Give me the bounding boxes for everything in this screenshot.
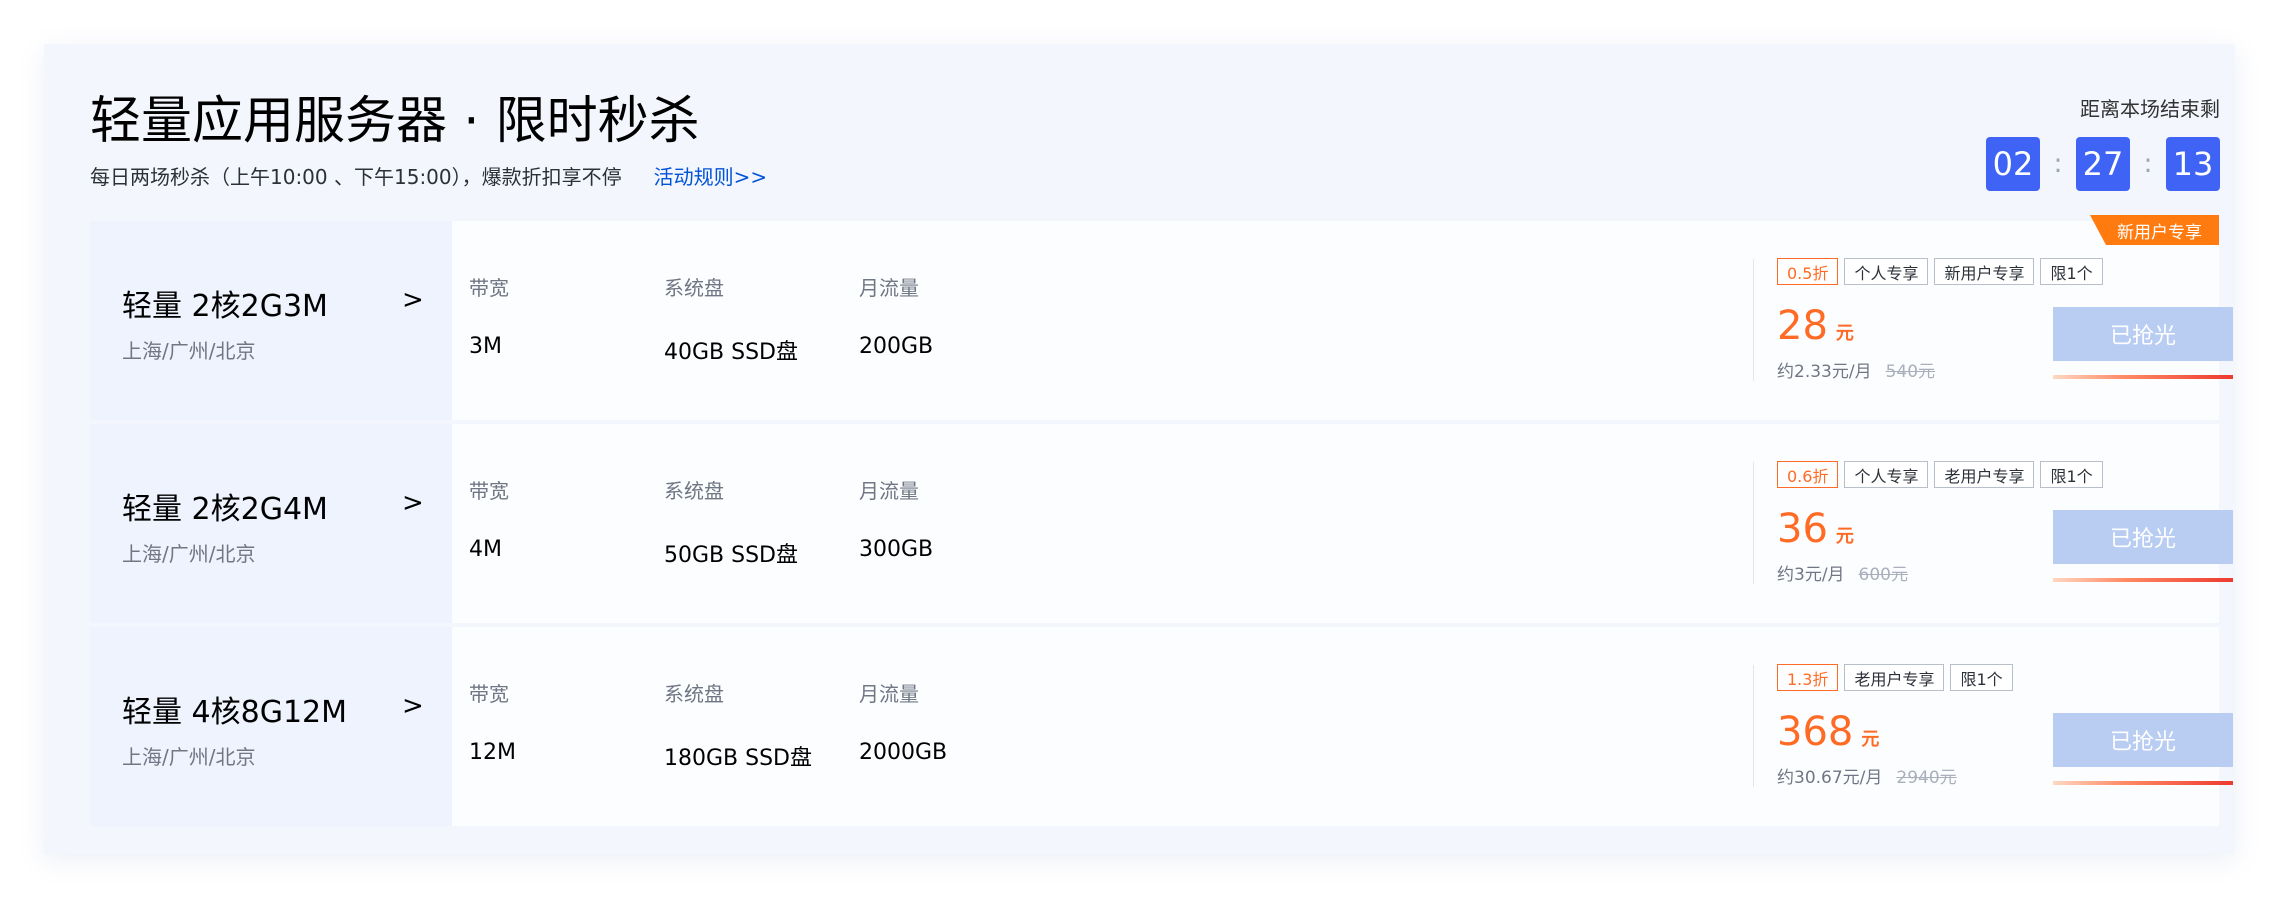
countdown-seconds: 13 <box>2166 137 2220 191</box>
spec-label: 月流量 <box>859 276 919 300</box>
sold-out-button[interactable]: 已抢光 <box>2053 510 2233 564</box>
tag-list: 0.6折 个人专享 老用户专享 限1个 <box>1777 461 2103 488</box>
spec-value: 40GB SSD盘 <box>664 340 798 365</box>
price-value: 36 <box>1777 506 1828 552</box>
product-row: 轻量 2核2G4M > 上海/广州/北京 带宽 4M 系统盘 50GB SSD盘… <box>90 424 2233 623</box>
spec-value: 180GB SSD盘 <box>664 746 812 771</box>
stock-progress-bar <box>2053 578 2233 582</box>
price-note: 约2.33元/月 540元 <box>1777 357 1935 382</box>
product-title-card[interactable]: 轻量 2核2G3M > 上海/广州/北京 <box>90 221 452 420</box>
spec-system-disk: 系统盘 50GB SSD盘 <box>664 475 798 569</box>
countdown-separator: : <box>2143 149 2153 179</box>
product-list: 轻量 2核2G3M > 上海/广州/北京 带宽 3M 系统盘 40GB SSD盘… <box>90 215 2233 830</box>
spec-monthly-traffic: 月流量 200GB <box>859 272 933 359</box>
sold-out-button[interactable]: 已抢光 <box>2053 307 2233 361</box>
product-name: 轻量 2核2G3M <box>122 289 328 324</box>
tag: 老用户专享 <box>1844 664 1945 691</box>
spec-label: 系统盘 <box>664 479 724 503</box>
divider <box>1753 462 1754 584</box>
product-title-card[interactable]: 轻量 2核2G4M > 上海/广州/北京 <box>90 424 452 623</box>
product-row: 轻量 2核2G3M > 上海/广州/北京 带宽 3M 系统盘 40GB SSD盘… <box>90 215 2233 420</box>
spec-bandwidth: 带宽 12M <box>469 678 516 765</box>
spec-value: 300GB <box>859 537 934 562</box>
tag-list: 1.3折 老用户专享 限1个 <box>1777 664 2013 691</box>
countdown-label: 距离本场结束剩 <box>2080 97 2220 121</box>
monthly-price: 约30.67元/月 <box>1777 768 1883 788</box>
countdown-hours: 02 <box>1986 137 2040 191</box>
spec-bandwidth: 带宽 4M <box>469 475 509 562</box>
subtitle-text: 每日两场秒杀（上午10:00 、下午15:00），爆款折扣享不停 <box>90 165 622 189</box>
price-unit: 元 <box>1861 729 1880 750</box>
discount-tag: 0.5折 <box>1777 258 1839 285</box>
monthly-price: 约2.33元/月 <box>1777 362 1872 382</box>
price-value: 368 <box>1777 709 1854 755</box>
spec-monthly-traffic: 月流量 2000GB <box>859 678 947 765</box>
price: 368 元 <box>1777 709 1879 755</box>
tag: 老用户专享 <box>1934 461 2035 488</box>
original-price: 2940元 <box>1896 768 1957 788</box>
product-region: 上海/广州/北京 <box>122 542 256 566</box>
spec-label: 系统盘 <box>664 682 724 706</box>
spec-label: 带宽 <box>469 276 509 300</box>
chevron-right-icon: > <box>402 691 424 721</box>
countdown-separator: : <box>2053 149 2063 179</box>
tag: 限1个 <box>2040 258 2103 285</box>
sold-out-button[interactable]: 已抢光 <box>2053 713 2233 767</box>
discount-tag: 1.3折 <box>1777 664 1839 691</box>
spec-system-disk: 系统盘 180GB SSD盘 <box>664 678 812 772</box>
spec-bandwidth: 带宽 3M <box>469 272 509 359</box>
price-note: 约30.67元/月 2940元 <box>1777 763 1957 788</box>
discount-tag: 0.6折 <box>1777 461 1839 488</box>
product-name: 轻量 4核8G12M <box>122 695 348 730</box>
tag-list: 0.5折 个人专享 新用户专享 限1个 <box>1777 258 2103 285</box>
spec-label: 月流量 <box>859 682 919 706</box>
divider <box>1753 259 1754 381</box>
tag: 个人专享 <box>1844 461 1929 488</box>
tag: 限1个 <box>2040 461 2103 488</box>
product-region: 上海/广州/北京 <box>122 745 256 769</box>
countdown-minutes: 27 <box>2076 137 2130 191</box>
spec-value: 12M <box>469 740 516 765</box>
divider <box>1753 665 1754 787</box>
price-unit: 元 <box>1835 323 1854 344</box>
stock-progress-bar <box>2053 375 2233 379</box>
tag: 个人专享 <box>1844 258 1929 285</box>
flash-sale-panel: 轻量应用服务器 · 限时秒杀 每日两场秒杀（上午10:00 、下午15:00），… <box>44 44 2235 854</box>
price: 28 元 <box>1777 303 1854 349</box>
spec-label: 系统盘 <box>664 276 724 300</box>
spec-value: 50GB SSD盘 <box>664 543 798 568</box>
spec-monthly-traffic: 月流量 300GB <box>859 475 933 562</box>
tag: 新用户专享 <box>1934 258 2035 285</box>
spec-label: 月流量 <box>859 479 919 503</box>
price: 36 元 <box>1777 506 1854 552</box>
product-region: 上海/广州/北京 <box>122 339 256 363</box>
chevron-right-icon: > <box>402 285 424 315</box>
spec-label: 带宽 <box>469 479 509 503</box>
original-price: 600元 <box>1858 565 1908 585</box>
spec-value: 3M <box>469 334 502 359</box>
spec-value: 2000GB <box>859 740 948 765</box>
page-title: 轻量应用服务器 · 限时秒杀 <box>90 92 700 151</box>
price-note: 约3元/月 600元 <box>1777 560 1908 585</box>
page-subtitle: 每日两场秒杀（上午10:00 、下午15:00），爆款折扣享不停 活动规则>> <box>90 161 767 190</box>
countdown-timer: 02 : 27 : 13 <box>1986 137 2220 191</box>
price-unit: 元 <box>1835 526 1854 547</box>
spec-value: 4M <box>469 537 502 562</box>
activity-rules-link[interactable]: 活动规则>> <box>654 165 768 189</box>
original-price: 540元 <box>1885 362 1936 382</box>
spec-value: 200GB <box>859 334 934 359</box>
product-name: 轻量 2核2G4M <box>122 492 328 527</box>
tag: 限1个 <box>1950 664 2013 691</box>
chevron-right-icon: > <box>402 488 424 518</box>
price-value: 28 <box>1777 303 1828 349</box>
product-row: 轻量 4核8G12M > 上海/广州/北京 带宽 12M 系统盘 180GB S… <box>90 627 2233 826</box>
monthly-price: 约3元/月 <box>1777 565 1845 585</box>
new-user-ribbon: 新用户专享 <box>2090 215 2219 245</box>
stock-progress-bar <box>2053 781 2233 785</box>
spec-system-disk: 系统盘 40GB SSD盘 <box>664 272 798 366</box>
product-title-card[interactable]: 轻量 4核8G12M > 上海/广州/北京 <box>90 627 452 826</box>
spec-label: 带宽 <box>469 682 509 706</box>
